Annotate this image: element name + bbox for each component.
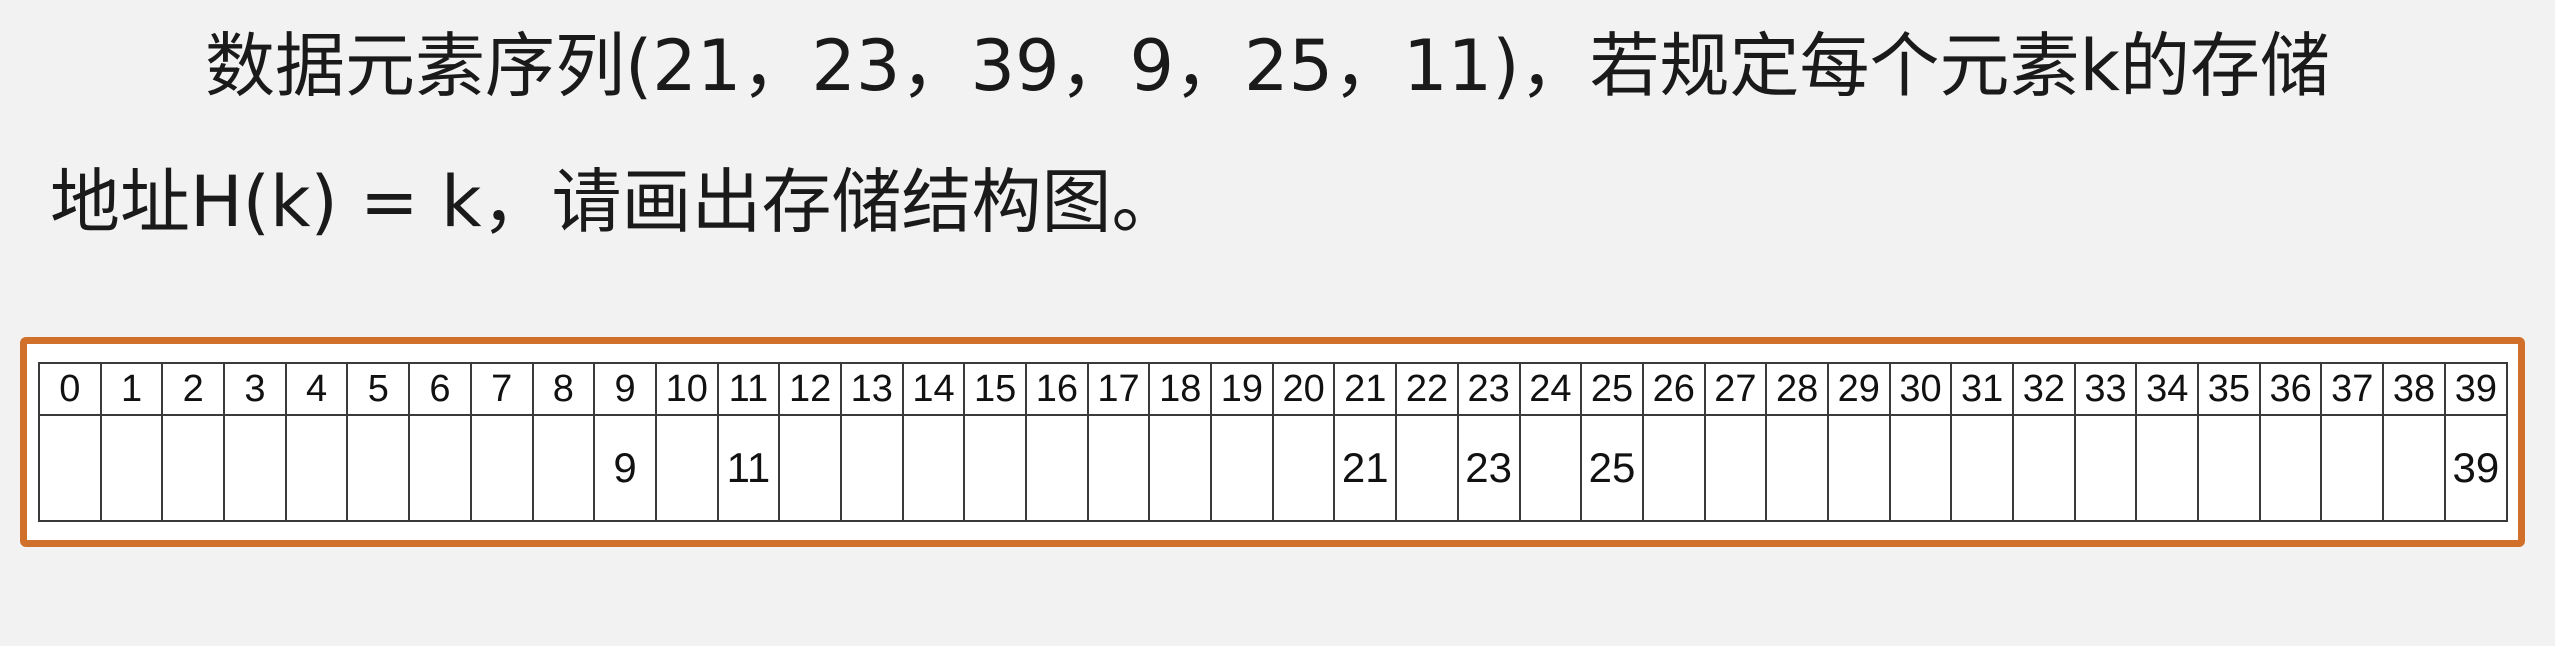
address-cell: 3 (223, 362, 287, 416)
value-cell (654, 414, 719, 522)
value-cell (1888, 414, 1953, 522)
address-cell: 24 (1518, 362, 1583, 416)
address-cell: 29 (1826, 362, 1891, 416)
address-cell: 14 (901, 362, 966, 416)
address-cell: 12 (778, 362, 842, 416)
value-cell (1826, 414, 1891, 522)
value-cell (778, 414, 842, 522)
value-cell (2135, 414, 2200, 522)
value-cell (1395, 414, 1459, 522)
address-cell: 19 (1210, 362, 1274, 416)
address-cell: 35 (2197, 362, 2261, 416)
value-cell (531, 414, 596, 522)
value-cell (223, 414, 287, 522)
address-cell: 28 (1765, 362, 1829, 416)
address-cell: 17 (1086, 362, 1151, 416)
value-row: 9 11 21 23 25 39 (38, 414, 2509, 522)
value-cell: 9 (593, 414, 657, 522)
value-cell (901, 414, 966, 522)
value-cell (2320, 414, 2385, 522)
address-cell: 27 (1703, 362, 1768, 416)
value-cell (1210, 414, 1274, 522)
address-cell: 18 (1148, 362, 1213, 416)
value-cell (38, 414, 102, 522)
address-cell: 37 (2320, 362, 2385, 416)
value-cell: 25 (1580, 414, 1644, 522)
address-cell: 38 (2382, 362, 2446, 416)
address-cell: 7 (469, 362, 534, 416)
value-cell (161, 414, 226, 522)
address-cell: 9 (593, 362, 657, 416)
value-cell (1950, 414, 2014, 522)
address-cell: 30 (1888, 362, 1953, 416)
address-cell: 4 (284, 362, 349, 416)
value-cell (839, 414, 904, 522)
value-cell (1518, 414, 1583, 522)
value-cell (408, 414, 472, 522)
question-line-2: 地址H(k) = k，请画出存储结构图。 (50, 161, 1182, 243)
address-cell: 26 (1641, 362, 1706, 416)
address-cell: 33 (2073, 362, 2138, 416)
address-cell: 32 (2012, 362, 2076, 416)
value-cell (2382, 414, 2446, 522)
address-cell: 5 (346, 362, 411, 416)
value-cell (284, 414, 349, 522)
value-cell (1148, 414, 1213, 522)
address-cell: 0 (38, 362, 102, 416)
value-cell (1025, 414, 1089, 522)
address-cell: 20 (1271, 362, 1336, 416)
address-cell: 34 (2135, 362, 2200, 416)
value-cell (963, 414, 1027, 522)
value-cell: 39 (2443, 414, 2509, 522)
address-cell: 10 (654, 362, 719, 416)
address-cell: 15 (963, 362, 1027, 416)
address-cell: 25 (1580, 362, 1644, 416)
address-cell: 31 (1950, 362, 2014, 416)
value-cell (1703, 414, 1768, 522)
address-cell: 13 (839, 362, 904, 416)
address-cell: 8 (531, 362, 596, 416)
value-cell (2258, 414, 2323, 522)
address-cell: 1 (99, 362, 164, 416)
storage-structure-table: 0 1 2 3 4 5 6 7 8 9 10 11 12 13 14 15 16 17 18 19 20 21 22 23 24… (38, 362, 2509, 522)
address-cell: 11 (716, 362, 781, 416)
address-row: 0 1 2 3 4 5 6 7 8 9 10 11 12 13 14 15 16 17 18 19 20 21 22 23 24… (38, 362, 2509, 416)
value-cell (2197, 414, 2261, 522)
question-line-1: 数据元素序列(21，23，39，9，25，11)，若规定每个元素k的存储 (205, 25, 2331, 107)
value-cell: 11 (716, 414, 781, 522)
address-cell: 16 (1025, 362, 1089, 416)
address-cell: 21 (1333, 362, 1398, 416)
address-cell: 23 (1456, 362, 1521, 416)
value-cell: 23 (1456, 414, 1521, 522)
value-cell (1765, 414, 1829, 522)
address-cell: 39 (2443, 362, 2509, 416)
value-cell (1641, 414, 1706, 522)
value-cell (99, 414, 164, 522)
address-cell: 6 (408, 362, 472, 416)
address-cell: 2 (161, 362, 226, 416)
value-cell (2073, 414, 2138, 522)
address-cell: 22 (1395, 362, 1459, 416)
value-cell (1086, 414, 1151, 522)
value-cell (346, 414, 411, 522)
value-cell: 21 (1333, 414, 1398, 522)
value-cell (469, 414, 534, 522)
address-cell: 36 (2258, 362, 2323, 416)
value-cell (1271, 414, 1336, 522)
value-cell (2012, 414, 2076, 522)
